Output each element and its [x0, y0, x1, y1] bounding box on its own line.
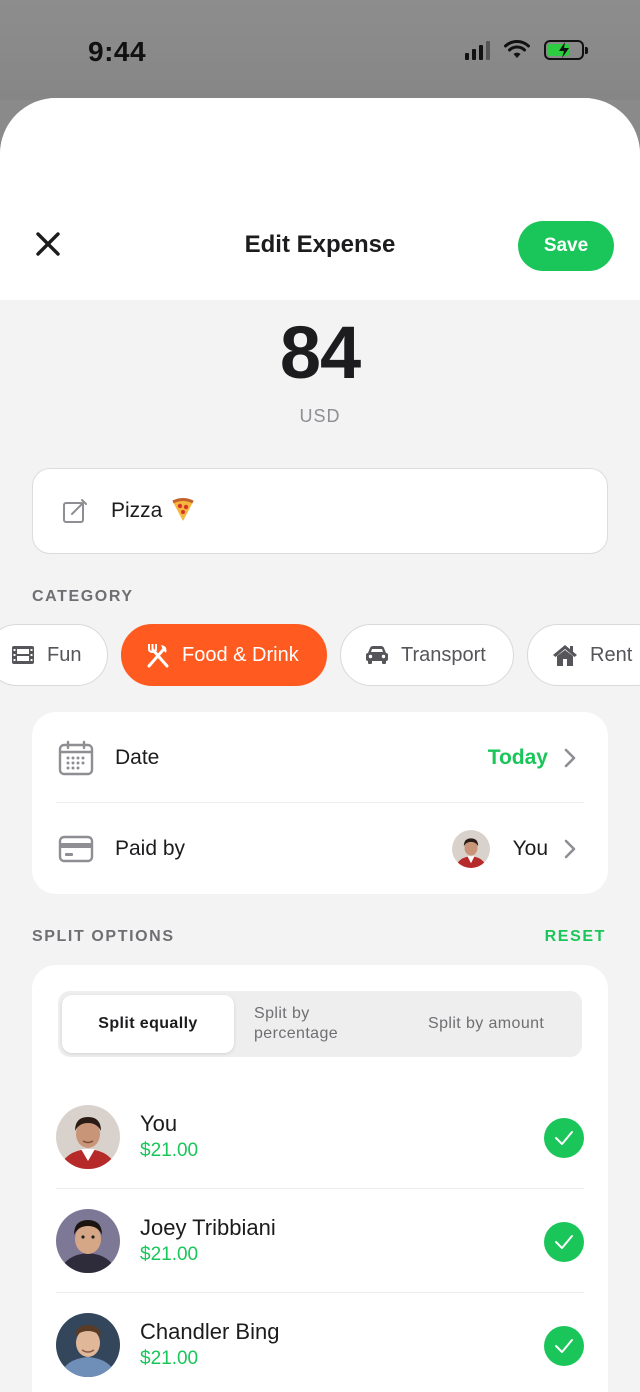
pizza-icon — [172, 497, 195, 521]
avatar — [56, 1105, 120, 1169]
sheet-header: Edit Expense Save — [0, 98, 640, 300]
split-card: Split equally Split by percentage Split … — [32, 965, 608, 1392]
save-button[interactable]: Save — [518, 221, 614, 271]
category-chip-rent[interactable]: Rent — [527, 624, 640, 686]
paid-by-value: You — [512, 837, 548, 860]
edit-icon — [63, 499, 87, 523]
calendar-icon — [58, 740, 94, 781]
split-member-row: You $21.00 — [32, 1085, 608, 1189]
checkmark-icon — [555, 1235, 573, 1249]
category-chip-label: Rent — [590, 643, 633, 666]
split-member-row: Joey Tribbiani $21.00 — [32, 1189, 608, 1293]
avatar — [56, 1209, 120, 1273]
member-checkbox[interactable] — [544, 1326, 584, 1366]
checkmark-icon — [555, 1131, 573, 1145]
split-mode-percentage[interactable]: Split by percentage — [254, 995, 384, 1053]
split-mode-segmented-control: Split equally Split by percentage Split … — [58, 991, 582, 1057]
amount-value[interactable]: 84 — [0, 310, 640, 395]
member-name: Chandler Bing — [140, 1319, 280, 1344]
split-mode-equally[interactable]: Split equally — [62, 995, 234, 1053]
date-label: Date — [115, 746, 160, 769]
member-share: $21.00 — [140, 1348, 199, 1369]
split-options-label: SPLIT OPTIONS — [32, 928, 175, 945]
paid-by-row[interactable]: Paid by You — [32, 803, 608, 895]
pizza-emoji — [170, 496, 196, 527]
house-icon — [552, 643, 578, 667]
category-chip-fun[interactable]: Fun — [0, 624, 108, 686]
battery-icon — [544, 40, 588, 60]
currency-label[interactable]: USD — [0, 406, 640, 427]
paid-by-label: Paid by — [115, 837, 186, 860]
category-chip-transport[interactable]: Transport — [340, 624, 514, 686]
chevron-right-icon — [564, 839, 576, 864]
member-checkbox[interactable] — [544, 1222, 584, 1262]
category-chip-label: Fun — [47, 643, 82, 666]
status-bar: 9:44 — [0, 0, 640, 100]
description-text: Pizza — [111, 499, 163, 522]
status-time: 9:44 — [88, 36, 147, 67]
member-name: You — [140, 1111, 178, 1136]
edit-expense-sheet: Edit Expense Save 84 USD Pizza CATEGORY — [0, 98, 640, 1392]
category-chip-label: Food & Drink — [182, 643, 299, 666]
member-checkbox[interactable] — [544, 1118, 584, 1158]
checkmark-icon — [555, 1339, 573, 1353]
reset-button[interactable]: RESET — [545, 928, 606, 946]
member-name: Joey Tribbiani — [140, 1215, 276, 1240]
member-share: $21.00 — [140, 1244, 199, 1265]
details-card: Date Today Paid by You — [32, 712, 608, 894]
status-icons — [465, 40, 588, 60]
date-value: Today — [487, 746, 548, 769]
split-member-row: Chandler Bing $21.00 — [32, 1293, 608, 1392]
member-share: $21.00 — [140, 1140, 199, 1161]
split-mode-amount[interactable]: Split by amount — [428, 995, 578, 1053]
category-section-label: CATEGORY — [32, 588, 134, 605]
cellular-signal-icon — [465, 40, 490, 60]
description-field[interactable]: Pizza — [32, 468, 608, 554]
date-row[interactable]: Date Today — [32, 712, 608, 804]
film-icon — [11, 645, 35, 665]
fork-knife-icon — [146, 642, 170, 668]
payer-avatar — [452, 830, 490, 868]
wifi-icon — [504, 40, 530, 58]
category-chips: Fun Food & Drink Transport Rent — [0, 624, 640, 688]
avatar — [56, 1313, 120, 1377]
chevron-right-icon — [564, 748, 576, 773]
category-chip-food-drink[interactable]: Food & Drink — [121, 624, 327, 686]
car-icon — [365, 644, 389, 666]
category-chip-label: Transport — [401, 643, 486, 666]
credit-card-icon — [58, 831, 94, 872]
